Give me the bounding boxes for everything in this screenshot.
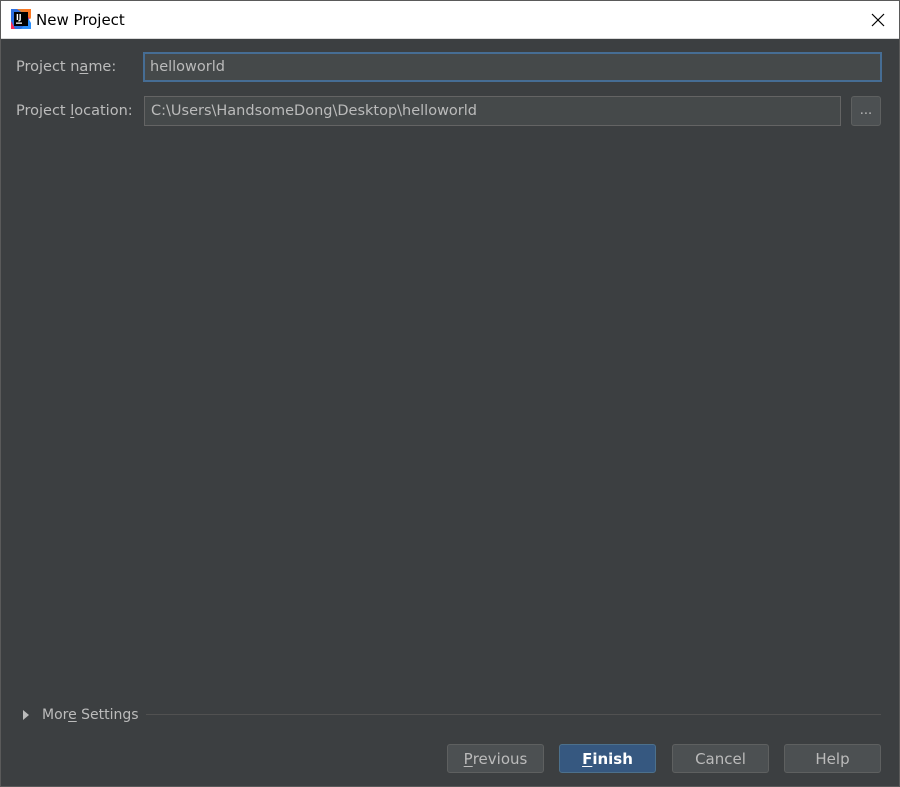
svg-text:IJ: IJ	[16, 13, 22, 22]
close-button[interactable]	[857, 1, 899, 38]
browse-location-button[interactable]: ...	[851, 96, 881, 126]
previous-button[interactable]: Previous	[447, 744, 544, 773]
intellij-idea-icon: IJ	[11, 9, 31, 29]
finish-button[interactable]: Finish	[559, 744, 656, 773]
cancel-button[interactable]: Cancel	[672, 744, 769, 773]
title-bar: IJ New Project	[1, 1, 899, 39]
more-settings-separator	[146, 714, 881, 715]
more-settings-toggle[interactable]: More Settings	[21, 705, 139, 725]
project-name-label: Project name:	[16, 59, 117, 75]
window-title: New Project	[36, 11, 125, 29]
project-location-label: Project location:	[16, 103, 133, 119]
project-location-input[interactable]	[144, 96, 841, 126]
more-settings-label: More Settings	[42, 707, 139, 723]
help-button[interactable]: Help	[784, 744, 881, 773]
close-icon	[871, 13, 885, 26]
new-project-dialog: IJ New Project Project name: Project loc…	[0, 0, 900, 787]
project-name-input[interactable]	[143, 52, 882, 82]
expand-arrow-icon	[23, 710, 29, 720]
